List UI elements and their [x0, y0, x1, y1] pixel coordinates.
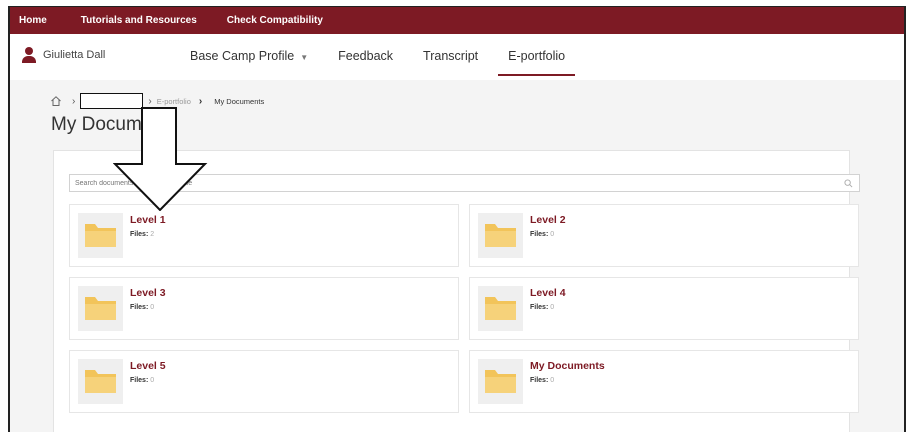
folder-title[interactable]: Level 3	[130, 287, 166, 299]
folder-file-count: Files: 0	[530, 304, 554, 311]
files-count: 0	[150, 304, 155, 311]
search-bar	[69, 174, 860, 192]
home-icon[interactable]	[50, 95, 62, 107]
tutorials-link[interactable]: Tutorials and Resources	[81, 15, 197, 26]
files-label: Files:	[130, 304, 149, 311]
profile-tabs: Base Camp Profile ▼ Feedback Transcript E…	[190, 49, 595, 76]
folder-file-count: Files: 0	[130, 377, 154, 384]
breadcrumb: › › E-portfolio › My Documents	[50, 93, 264, 109]
search-input[interactable]	[70, 175, 859, 191]
folder-icon	[478, 359, 523, 404]
tab-label: Base Camp Profile	[190, 49, 295, 63]
folder-level-4[interactable]: Level 4 Files: 0	[469, 277, 859, 340]
folder-level-1[interactable]: Level 1 Files: 2	[69, 204, 459, 267]
folder-file-count: Files: 0	[130, 304, 154, 311]
files-count: 0	[550, 377, 555, 384]
folder-level-5[interactable]: Level 5 Files: 0	[69, 350, 459, 413]
folder-file-count: Files: 2	[130, 231, 154, 238]
folder-file-count: Files: 0	[530, 231, 554, 238]
files-label: Files:	[130, 377, 149, 384]
files-label: Files:	[130, 231, 149, 238]
documents-card: Level 1 Files:2 Level 2 Files:0 Level 3 …	[53, 150, 860, 432]
main-content: › › E-portfolio › My Documents My Docume…	[10, 80, 904, 432]
files-label: Files:	[530, 304, 549, 311]
redacted-breadcrumb-box	[80, 93, 144, 109]
folder-my-documents[interactable]: My Documents Files: 0	[469, 350, 859, 413]
breadcrumb-separator-icon: ›	[72, 95, 76, 107]
folder-title[interactable]: My Documents	[530, 360, 605, 372]
folder-file-count: Files: 0	[530, 377, 554, 384]
tab-feedback[interactable]: Feedback	[338, 49, 393, 63]
folder-title[interactable]: Level 5	[130, 360, 166, 372]
folder-level-3[interactable]: Level 3 Files: 0	[69, 277, 459, 340]
breadcrumb-separator-icon: ›	[148, 95, 152, 107]
user-name: Giulietta Dall	[43, 49, 106, 61]
breadcrumb-eportfolio-link[interactable]: E-portfolio	[157, 97, 191, 106]
top-nav-bar: Home Tutorials and Resources Check Compa…	[10, 7, 904, 34]
files-label: Files:	[530, 231, 549, 238]
check-compatibility-link[interactable]: Check Compatibility	[227, 15, 323, 26]
folder-title[interactable]: Level 2	[530, 214, 566, 226]
tab-base-camp-profile[interactable]: Base Camp Profile ▼	[190, 49, 308, 63]
chevron-down-icon: ▼	[300, 53, 309, 62]
files-count: 0	[150, 377, 155, 384]
folder-level-2[interactable]: Level 2 Files: 0	[469, 204, 859, 267]
tab-transcript[interactable]: Transcript	[423, 49, 478, 63]
files-count: 0	[550, 304, 555, 311]
page-title: My Documents	[51, 114, 178, 135]
folder-title[interactable]: Level 4	[530, 287, 566, 299]
folder-icon	[478, 286, 523, 331]
app-frame: Home Tutorials and Resources Check Compa…	[8, 6, 906, 432]
search-icon[interactable]	[844, 179, 853, 188]
profile-nav-bar: Giulietta Dall Base Camp Profile ▼ Feedba…	[10, 34, 904, 80]
user-menu[interactable]: Giulietta Dall	[22, 47, 105, 63]
home-link[interactable]: Home	[19, 15, 47, 26]
tab-e-portfolio[interactable]: E-portfolio	[498, 49, 576, 76]
folder-icon	[78, 286, 123, 331]
files-count: 0	[550, 231, 555, 238]
breadcrumb-separator-icon: ›	[198, 95, 203, 107]
user-icon	[22, 47, 36, 63]
breadcrumb-current: My Documents	[214, 96, 265, 106]
folder-icon	[78, 213, 123, 258]
folder-icon	[478, 213, 523, 258]
folder-title[interactable]: Level 1	[130, 214, 166, 226]
files-count: 2	[150, 231, 155, 238]
folder-icon	[78, 359, 123, 404]
files-label: Files:	[530, 377, 549, 384]
